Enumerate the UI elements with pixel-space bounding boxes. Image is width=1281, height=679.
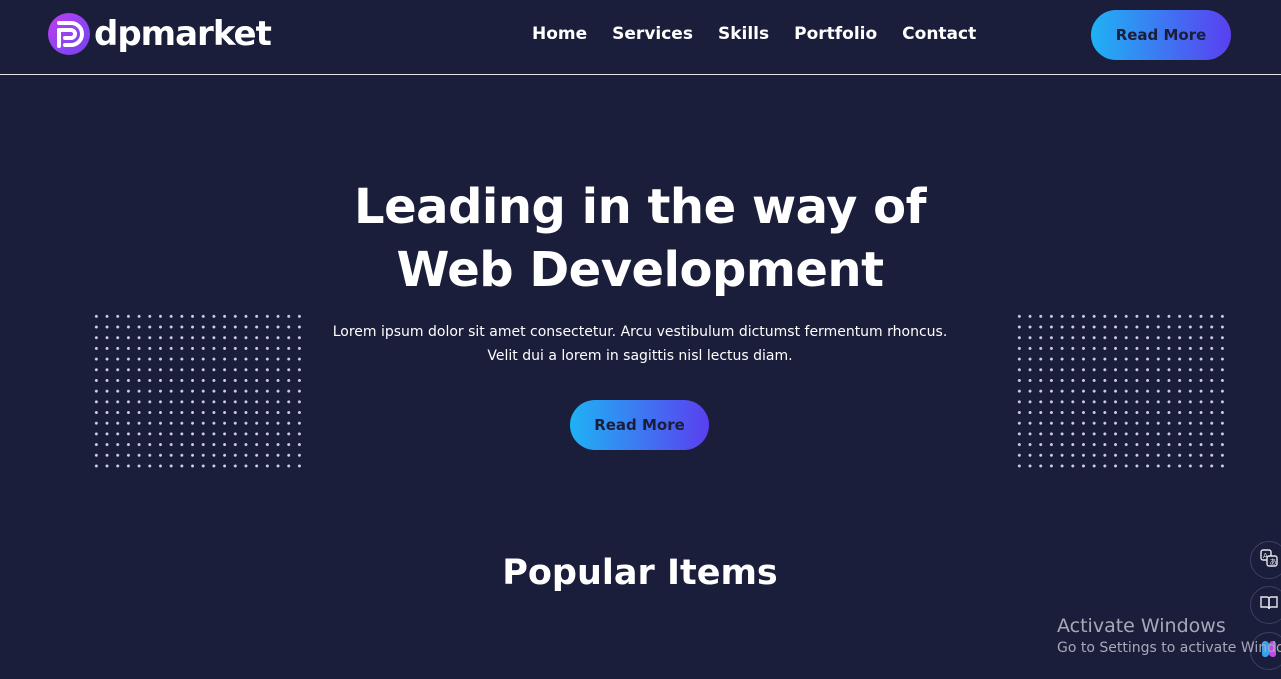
translate-button[interactable]: A あ [1250, 541, 1281, 579]
site-header: dpmarket Home Services Skills Portfolio … [0, 0, 1281, 75]
hero-subtitle-line-1: Lorem ipsum dolor sit amet consectetur. … [332, 324, 948, 340]
svg-text:A: A [1263, 552, 1268, 560]
popular-items-title: Popular Items [502, 553, 778, 593]
dot-pattern-left [91, 311, 307, 471]
header-read-more-button[interactable]: Read More [1091, 10, 1231, 60]
hero-subtitle: Lorem ipsum dolor sit amet consectetur. … [300, 320, 980, 368]
watermark-subtitle: Go to Settings to activate Windows. [1057, 640, 1281, 656]
nav-item-portfolio[interactable]: Portfolio [794, 22, 877, 46]
watermark-title: Activate Windows [1057, 615, 1226, 637]
brand-name: dpmarket [94, 14, 272, 54]
activate-windows-watermark: Activate Windows Go to Settings to activ… [1057, 614, 1281, 658]
hero-title-line-2: Web Development [396, 242, 884, 298]
translate-icon: A あ [1259, 548, 1279, 572]
nav-item-contact[interactable]: Contact [902, 22, 976, 46]
brand-logo[interactable]: dpmarket [48, 13, 272, 55]
nav-item-home[interactable]: Home [532, 22, 587, 46]
hero-title-line-1: Leading in the way of [354, 179, 926, 235]
svg-text:あ: あ [1270, 558, 1277, 566]
page: dpmarket Home Services Skills Portfolio … [0, 0, 1281, 679]
dot-pattern-right [1014, 311, 1230, 471]
dp-logo-icon [48, 13, 90, 55]
nav-item-services[interactable]: Services [612, 22, 693, 46]
main-nav: Home Services Skills Portfolio Contact [532, 22, 976, 46]
nav-item-skills[interactable]: Skills [718, 22, 769, 46]
hero-read-more-button[interactable]: Read More [570, 400, 709, 450]
hero-title: Leading in the way of Web Development [240, 176, 1040, 302]
hero-subtitle-line-2: Velit dui a lorem in sagittis nisl lectu… [487, 348, 793, 364]
